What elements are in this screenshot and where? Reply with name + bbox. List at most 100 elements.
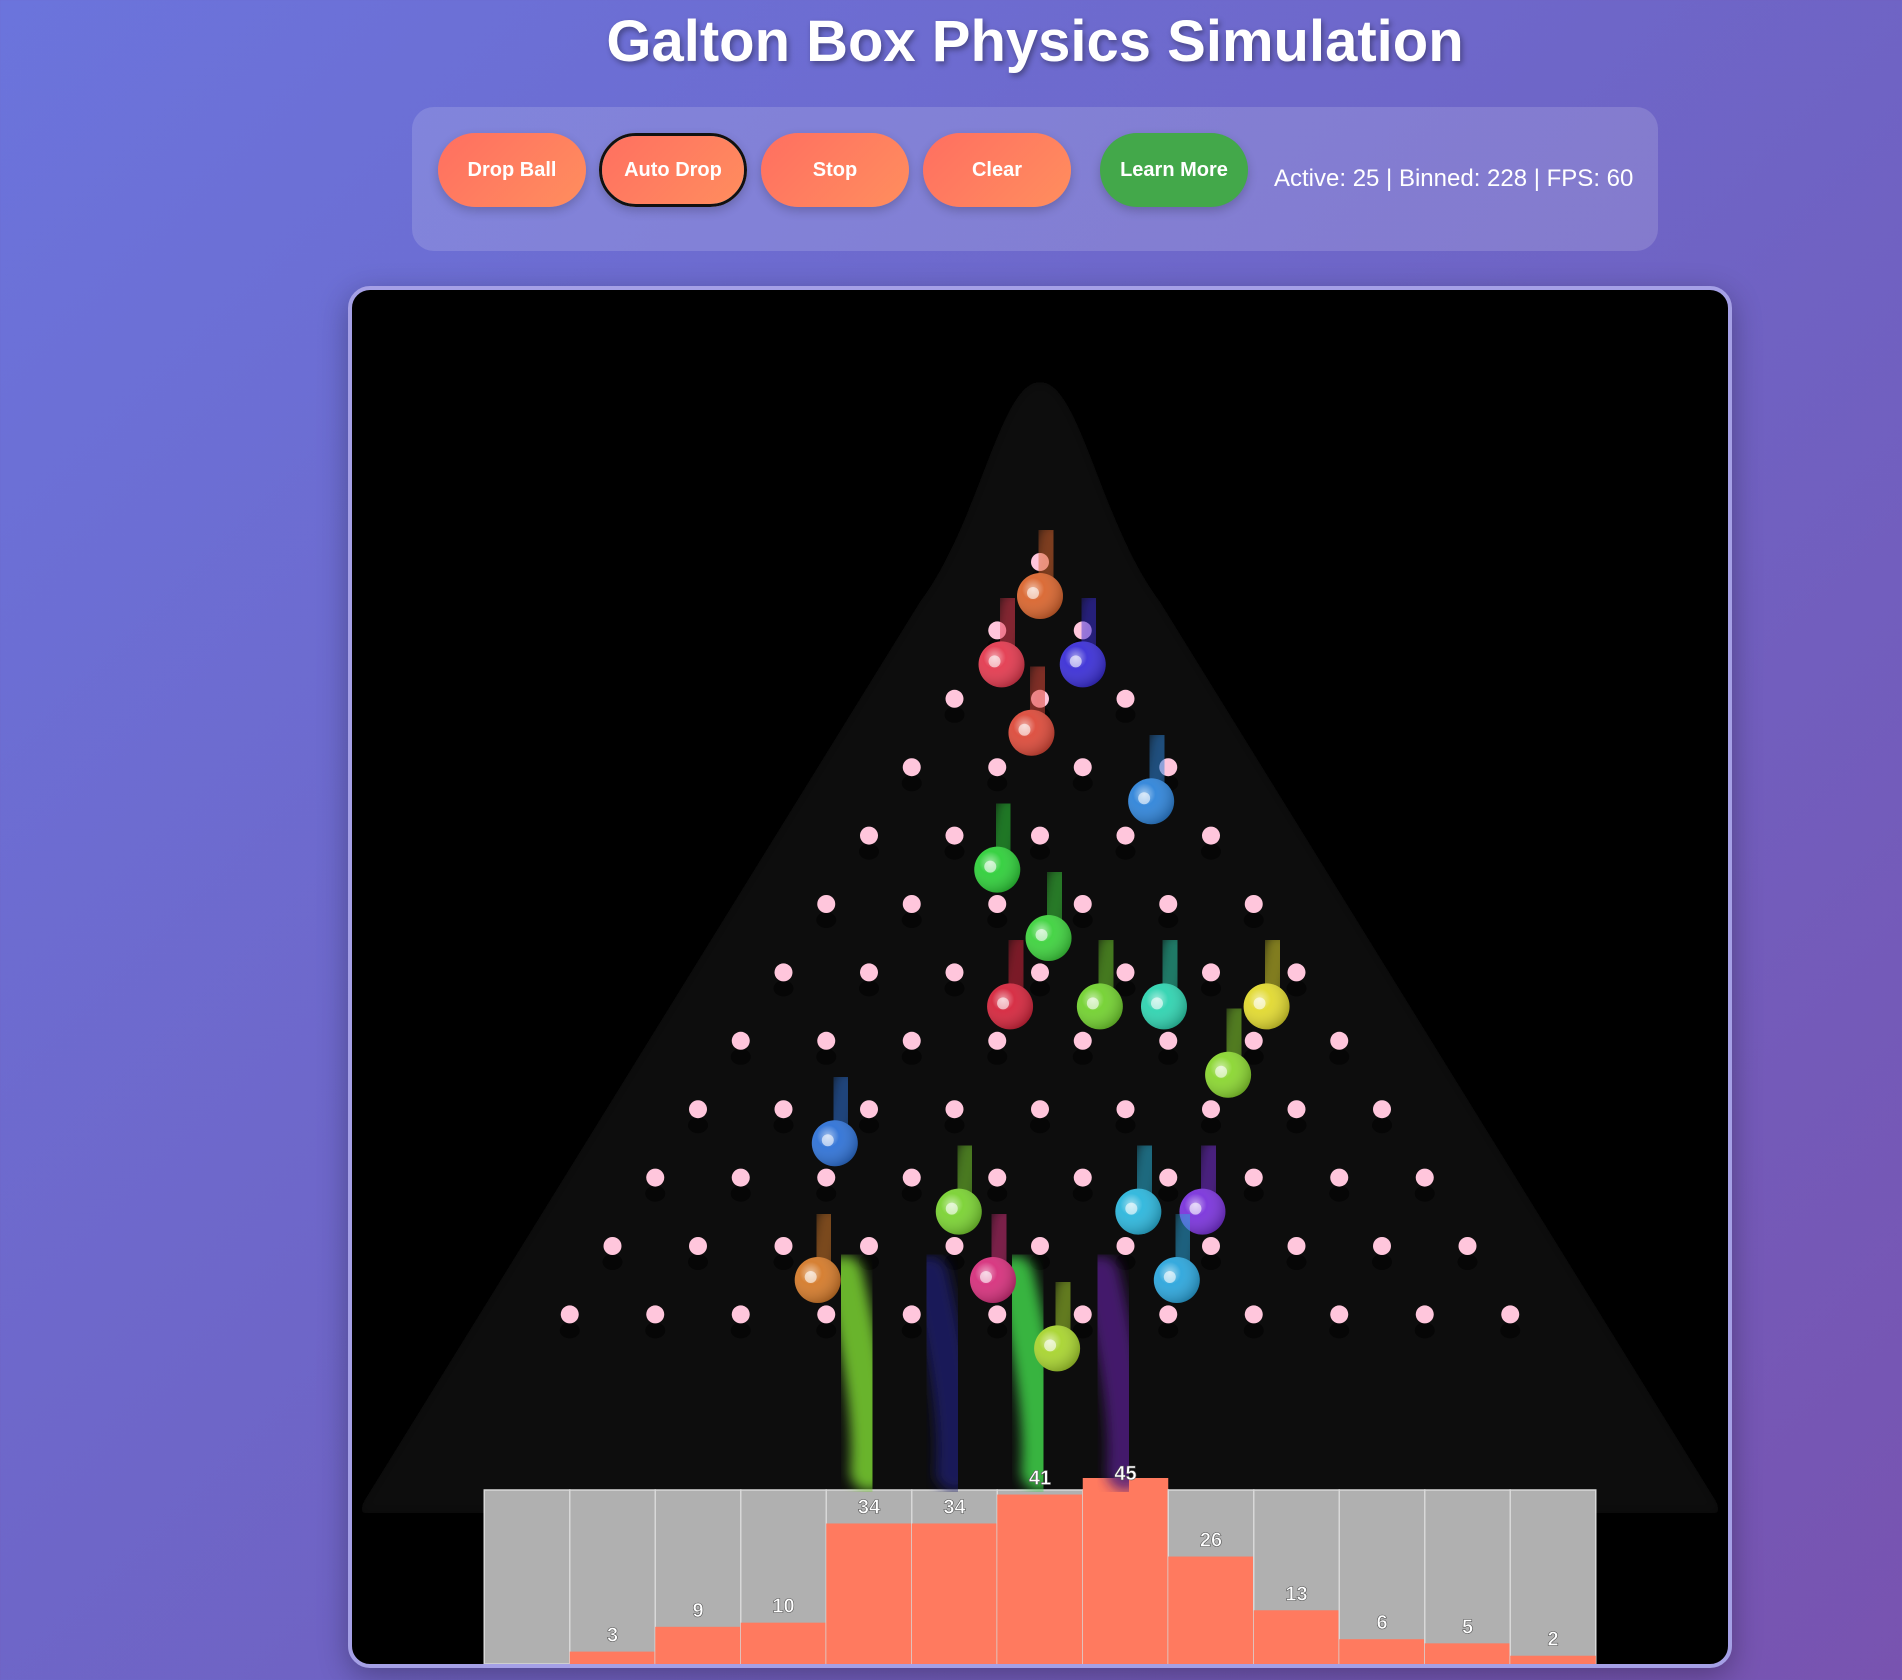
peg: [1116, 1100, 1135, 1119]
bin-layer: [483, 1478, 1597, 1664]
learn-more-button[interactable]: Learn More: [1100, 133, 1248, 207]
ball-highlight: [978, 641, 1025, 688]
peg-shadow: [1115, 1117, 1136, 1134]
peg: [1501, 1305, 1520, 1324]
bin-fill-6: [997, 1494, 1083, 1664]
peg: [1415, 1305, 1434, 1324]
peg-shadow: [645, 1185, 666, 1202]
peg: [1330, 1168, 1349, 1187]
peg: [1202, 963, 1220, 982]
peg-shadow: [1072, 912, 1093, 928]
peg: [817, 1031, 836, 1050]
peg: [1373, 1237, 1391, 1255]
clear-button[interactable]: Clear: [923, 133, 1071, 207]
peg-shadow: [1158, 1048, 1179, 1065]
ball-highlight: [1115, 1188, 1162, 1235]
peg-shadow: [944, 706, 965, 723]
ball-highlight: [1140, 983, 1187, 1030]
ball-glint: [804, 1271, 817, 1283]
peg-shadow: [1329, 1322, 1350, 1339]
peg-shadow: [1115, 706, 1136, 723]
peg-shadow: [730, 1048, 751, 1065]
peg-shadow: [901, 1322, 922, 1339]
bin-fill-12: [1510, 1655, 1596, 1664]
peg-shadow: [816, 1322, 837, 1339]
bin-fill-1: [569, 1651, 656, 1664]
ball-glint: [984, 860, 997, 873]
ball-glint: [1027, 587, 1039, 599]
ball-glint: [1150, 997, 1163, 1010]
peg-shadow: [1329, 1048, 1350, 1065]
peg: [1330, 1305, 1349, 1324]
peg-shadow: [1201, 1117, 1221, 1134]
peg-shadow: [1286, 1117, 1307, 1134]
bin-count-label: 34: [943, 1496, 966, 1518]
peg-shadow: [987, 912, 1008, 928]
ball-highlight: [1008, 709, 1055, 756]
peg-shadow: [1158, 912, 1179, 928]
peg-shadow: [1158, 1322, 1179, 1339]
peg-shadow: [773, 980, 794, 997]
peg: [1202, 1237, 1220, 1255]
peg-shadow: [1072, 1048, 1093, 1065]
peg: [902, 758, 921, 777]
bin-fill-10: [1339, 1639, 1425, 1664]
bin-count-label: 34: [858, 1496, 881, 1518]
page-title: Galton Box Physics Simulation: [606, 9, 1464, 74]
galton-board-frame[interactable]: 3 9 10 34 34 41 45 26 13 6 5 2: [348, 286, 1732, 1668]
peg-shadow: [1457, 1254, 1478, 1270]
peg: [945, 1237, 964, 1255]
bin-count-label: 26: [1200, 1530, 1222, 1552]
peg: [1116, 689, 1135, 708]
peg-shadow: [1030, 980, 1050, 997]
peg: [1415, 1168, 1434, 1187]
peg: [1073, 758, 1092, 777]
peg: [560, 1305, 579, 1324]
peg-shadow: [1072, 775, 1093, 792]
peg: [945, 826, 964, 845]
peg-shadow: [901, 775, 922, 792]
ball-glint: [997, 997, 1010, 1010]
peg: [1202, 826, 1220, 845]
peg: [646, 1305, 665, 1324]
ball-glint: [1035, 929, 1048, 941]
bin-fill-8: [1168, 1556, 1254, 1664]
bin-count-label: 13: [1285, 1583, 1307, 1605]
peg: [1031, 1100, 1049, 1119]
peg-shadow: [1243, 1185, 1264, 1202]
ball-highlight: [987, 983, 1034, 1030]
peg-shadow: [1286, 1254, 1307, 1270]
peg-shadow: [859, 1117, 879, 1134]
peg-shadow: [1072, 1185, 1093, 1202]
peg: [1159, 1031, 1178, 1050]
peg-shadow: [1115, 1254, 1136, 1270]
galton-board-canvas[interactable]: 3 9 10 34 34 41 45 26 13 6 5 2: [352, 290, 1728, 1664]
peg-shadow: [1286, 980, 1307, 997]
auto-drop-button[interactable]: Auto Drop: [599, 133, 747, 207]
ball-glint: [821, 1134, 834, 1147]
ball-glint: [1018, 723, 1031, 736]
peg-shadow: [1243, 1322, 1264, 1339]
ball-highlight: [811, 1120, 858, 1167]
peg-shadow: [859, 980, 879, 997]
peg-shadow: [730, 1185, 751, 1202]
peg: [902, 1031, 921, 1050]
ball-highlight: [794, 1257, 841, 1303]
peg: [988, 895, 1007, 913]
peg: [774, 1100, 793, 1119]
ball-glint: [988, 655, 1001, 668]
bin-fill-7: [1082, 1478, 1169, 1664]
peg: [1031, 1237, 1049, 1255]
bin-count-label: 3: [607, 1625, 618, 1647]
stop-button[interactable]: Stop: [761, 133, 909, 207]
peg-shadow: [1500, 1322, 1521, 1339]
bin-fill-9: [1253, 1610, 1340, 1664]
peg: [1159, 895, 1178, 913]
ball-glint: [1086, 997, 1099, 1010]
peg: [1116, 826, 1135, 845]
stats-readout: Active: 25 | Binned: 228 | FPS: 60: [1274, 165, 1634, 192]
peg: [1244, 895, 1263, 913]
bin-count-label: 45: [1114, 1463, 1136, 1485]
drop-ball-button[interactable]: Drop Ball: [438, 133, 586, 207]
peg-shadow: [987, 1185, 1008, 1202]
